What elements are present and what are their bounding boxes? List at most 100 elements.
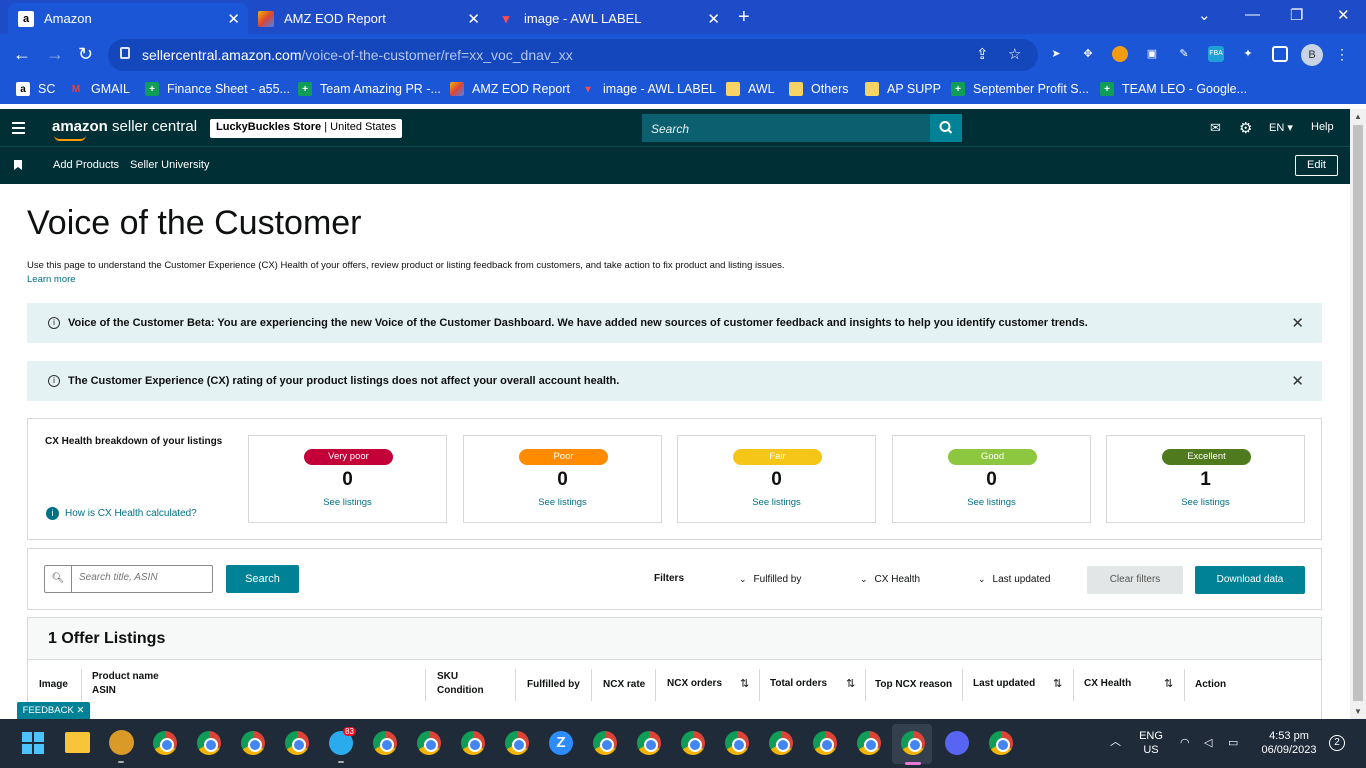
bookmark-sc[interactable]: a SC [16,82,55,96]
cx-health-dropdown[interactable]: ⌄ CX Health [860,574,920,585]
learn-more-link[interactable]: Learn more [27,274,76,285]
app-icon[interactable] [109,730,134,755]
chrome-profile-icon[interactable] [681,731,705,755]
sort-icon[interactable]: ⇅ [740,677,749,690]
page-scrollbar[interactable]: ▲ ▼ [1350,109,1366,719]
fulfilled-by-dropdown[interactable]: ⌄ Fulfilled by [739,574,801,585]
bookmark-gmail[interactable]: M GMAIL [69,82,130,96]
chrome-profile-icon[interactable] [373,731,397,755]
chrome-profile-icon[interactable] [593,731,617,755]
windows-start-icon[interactable] [22,732,44,754]
settings-gear-icon[interactable]: ⚙ [1239,119,1252,137]
listing-search-input[interactable] [79,572,207,583]
see-listings-link[interactable]: See listings [1107,497,1304,508]
telegram-icon[interactable]: 83 [329,727,356,755]
discord-icon[interactable] [945,731,969,755]
chrome-profile-icon[interactable] [505,731,529,755]
share-icon[interactable]: ⇪ [976,45,989,63]
col-cx-health[interactable]: CX Health [1084,677,1131,691]
bookmark-finance-sheet[interactable]: + Finance Sheet - a55... [145,82,290,96]
chrome-profile-icon[interactable] [417,731,441,755]
language-indicator[interactable]: ENG US [1136,729,1166,757]
chrome-active-icon[interactable] [901,731,925,755]
chrome-profile-icon[interactable] [241,731,265,755]
see-listings-link[interactable]: See listings [464,497,661,508]
bookmark-team-amazing[interactable]: + Team Amazing PR -... [298,82,441,96]
edit-nav-button[interactable]: Edit [1295,155,1338,176]
restore-icon[interactable]: ❐ [1290,6,1303,24]
extension-icon[interactable]: ✥ [1080,46,1096,62]
clock[interactable]: 4:53 pm 06/09/2023 [1256,729,1322,757]
close-alert-icon[interactable]: ✕ [1291,314,1304,332]
chrome-profile-icon[interactable] [813,731,837,755]
clear-filters-button[interactable]: Clear filters [1087,566,1183,594]
side-panel-icon[interactable] [1272,46,1288,62]
help-link[interactable]: Help [1311,121,1334,133]
col-last-updated[interactable]: Last updated [973,677,1035,691]
mail-icon[interactable]: ✉ [1210,120,1221,136]
omnibox[interactable]: sellercentral.amazon.com/voice-of-the-cu… [108,39,1038,71]
new-tab-button[interactable]: + [738,6,750,29]
scroll-down-icon[interactable]: ▼ [1354,707,1362,716]
bookmark-icon[interactable] [14,160,22,170]
chrome-profile-icon[interactable] [725,731,749,755]
bookmark-amz-eod[interactable]: AMZ EOD Report [450,82,570,96]
bookmark-september-profit[interactable]: + September Profit S... [951,82,1089,96]
extension-icon[interactable]: ✎ [1176,46,1192,62]
fba-extension-icon[interactable]: FBA [1208,46,1224,62]
profile-avatar[interactable]: B [1301,44,1323,66]
chrome-profile-icon[interactable] [153,731,177,755]
see-listings-link[interactable]: See listings [249,497,446,508]
language-selector[interactable]: EN ▾ [1269,121,1293,134]
close-window-icon[interactable]: ✕ [1337,6,1350,24]
forward-icon[interactable]: → [46,44,64,65]
reload-icon[interactable]: ↻ [78,44,93,65]
tab-awl-label[interactable]: ▾ image - AWL LABEL ✕ [488,3,728,34]
bookmark-folder-ap-supp[interactable]: AP SUPP [865,82,941,96]
notification-badge[interactable]: 2 [1329,735,1345,751]
scroll-up-icon[interactable]: ▲ [1354,112,1362,121]
scrollbar-thumb[interactable] [1353,125,1363,701]
chrome-profile-icon[interactable] [769,731,793,755]
close-alert-icon[interactable]: ✕ [1291,372,1304,390]
chrome-profile-icon[interactable] [285,731,309,755]
last-updated-dropdown[interactable]: ⌄ Last updated [978,574,1050,585]
header-search-button[interactable] [930,114,962,142]
nav-add-products[interactable]: Add Products [53,159,119,171]
sort-icon[interactable]: ⇅ [1164,677,1173,690]
extension-icon[interactable] [1112,46,1128,62]
close-tab-icon[interactable]: ✕ [707,10,720,28]
file-explorer-icon[interactable] [65,732,90,753]
col-total-orders[interactable]: Total orders [770,677,827,691]
camera-extension-icon[interactable]: ▣ [1144,46,1160,62]
tab-amazon[interactable]: a Amazon ✕ [8,3,248,34]
bookmark-awl-label[interactable]: ▾ image - AWL LABEL [581,82,716,96]
battery-icon[interactable]: ▭ [1228,736,1238,750]
bookmark-folder-others[interactable]: Others [789,82,849,96]
tab-amz-eod-report[interactable]: AMZ EOD Report ✕ [248,3,488,34]
see-listings-link[interactable]: See listings [678,497,875,508]
seller-central-logo[interactable]: amazon seller central [52,118,197,141]
sort-icon[interactable]: ⇅ [846,677,855,690]
download-data-button[interactable]: Download data [1195,566,1305,594]
puzzle-extensions-icon[interactable]: ✦ [1240,46,1256,62]
close-tab-icon[interactable]: ✕ [227,10,240,28]
feedback-tab[interactable]: FEEDBACK ✕ [17,702,90,719]
bookmark-folder-awl[interactable]: AWL [726,82,775,96]
minimize-icon[interactable]: — [1245,6,1260,23]
store-selector[interactable]: LuckyBuckles Store | United States [210,119,403,138]
wifi-icon[interactable]: ◠ [1180,736,1190,750]
chrome-profile-icon[interactable] [989,731,1013,755]
see-listings-link[interactable]: See listings [893,497,1090,508]
zoom-icon[interactable]: Z [549,731,573,755]
browser-menu-icon[interactable]: ⋮ [1334,46,1350,62]
extension-icon[interactable]: ➤ [1048,46,1064,62]
bookmark-team-leo[interactable]: + TEAM LEO - Google... [1100,82,1247,96]
show-hidden-icons[interactable]: ︿ [1110,735,1121,749]
chrome-profile-icon[interactable] [461,731,485,755]
hamburger-menu-icon[interactable] [12,122,25,137]
sort-icon[interactable]: ⇅ [1053,677,1062,690]
tab-search-icon[interactable]: ⌄ [1198,6,1211,24]
bookmark-star-icon[interactable]: ☆ [1008,45,1021,63]
col-ncx-orders[interactable]: NCX orders [667,677,722,691]
